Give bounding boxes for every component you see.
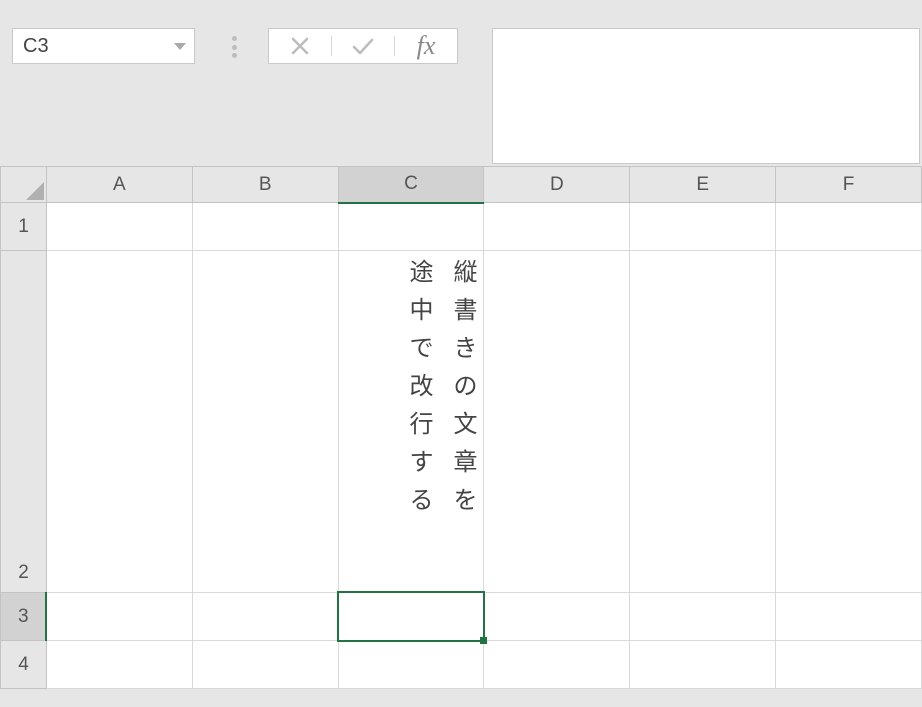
cell-D4[interactable] xyxy=(484,641,630,689)
name-box-value: C3 xyxy=(23,35,49,58)
cell-B3[interactable] xyxy=(192,593,338,641)
row-header-1[interactable]: 1 xyxy=(1,203,47,251)
cell-C4[interactable] xyxy=(338,641,484,689)
cell-B1[interactable] xyxy=(192,203,338,251)
enter-formula-button[interactable] xyxy=(332,29,394,63)
vertical-text-col-1: 縦 書 き の 文 章 を xyxy=(453,261,477,513)
cell-D2[interactable] xyxy=(484,251,630,593)
formula-bar-area: C3 fx xyxy=(0,0,922,166)
selection-outline xyxy=(337,591,486,642)
row-header-4[interactable]: 4 xyxy=(1,641,47,689)
fx-icon: fx xyxy=(417,31,436,61)
cell-C1[interactable] xyxy=(338,203,484,251)
formula-bar-input[interactable] xyxy=(492,28,920,164)
col-header-D[interactable]: D xyxy=(484,167,630,203)
col-header-A[interactable]: A xyxy=(46,167,192,203)
cell-E1[interactable] xyxy=(630,203,776,251)
cell-E4[interactable] xyxy=(630,641,776,689)
cell-F3[interactable] xyxy=(776,593,922,641)
cancel-formula-button[interactable] xyxy=(269,29,331,63)
cell-A1[interactable] xyxy=(46,203,192,251)
chevron-down-icon[interactable] xyxy=(174,43,186,50)
formula-bar-buttons: fx xyxy=(268,28,458,64)
name-box[interactable]: C3 xyxy=(12,28,195,64)
vertical-text-content: 縦 書 き の 文 章 を 途 中 で 改 行 す xyxy=(345,255,478,513)
cell-D3[interactable] xyxy=(484,593,630,641)
cell-C2[interactable]: 縦 書 き の 文 章 を 途 中 で 改 行 す xyxy=(338,251,484,593)
cell-F4[interactable] xyxy=(776,641,922,689)
col-header-C[interactable]: C xyxy=(338,167,484,203)
row-header-2[interactable]: 2 xyxy=(1,251,47,593)
col-header-F[interactable]: F xyxy=(776,167,922,203)
vertical-text-col-2: 途 中 で 改 行 す る xyxy=(409,261,433,513)
cell-E2[interactable] xyxy=(630,251,776,593)
cell-A3[interactable] xyxy=(46,593,192,641)
cell-B2[interactable] xyxy=(192,251,338,593)
grid-table: A B C D E F 1 2 縦 書 xyxy=(0,166,922,689)
cell-A4[interactable] xyxy=(46,641,192,689)
col-header-B[interactable]: B xyxy=(192,167,338,203)
row-header-3[interactable]: 3 xyxy=(1,593,47,641)
cell-C3[interactable] xyxy=(338,593,484,641)
cell-F1[interactable] xyxy=(776,203,922,251)
select-all-corner[interactable] xyxy=(1,167,47,203)
cell-E3[interactable] xyxy=(630,593,776,641)
cell-D1[interactable] xyxy=(484,203,630,251)
insert-function-button[interactable]: fx xyxy=(395,29,457,63)
col-header-E[interactable]: E xyxy=(630,167,776,203)
cell-A2[interactable] xyxy=(46,251,192,593)
cell-F2[interactable] xyxy=(776,251,922,593)
vertical-dots-icon[interactable] xyxy=(232,36,238,58)
spreadsheet-grid[interactable]: A B C D E F 1 2 縦 書 xyxy=(0,166,922,689)
cell-B4[interactable] xyxy=(192,641,338,689)
